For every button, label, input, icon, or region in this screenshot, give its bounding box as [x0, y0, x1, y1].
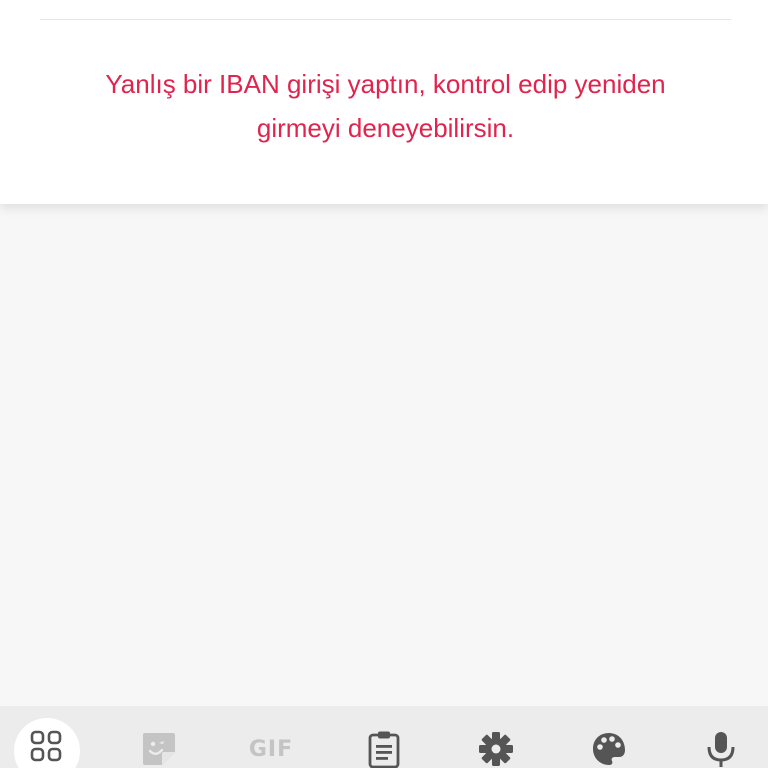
- gif-button[interactable]: GIF: [235, 706, 307, 768]
- voice-input-button[interactable]: [685, 706, 757, 768]
- palette-icon: [593, 733, 625, 765]
- sticker-button[interactable]: [123, 706, 195, 768]
- iban-input-card: Yanlış bir IBAN girişi yaptın, kontrol e…: [0, 0, 768, 204]
- theme-button[interactable]: [573, 706, 645, 768]
- microphone-icon: [707, 732, 735, 767]
- iban-input-underline[interactable]: [40, 19, 731, 20]
- apps-button[interactable]: [10, 706, 82, 768]
- apps-grid-icon: [30, 730, 62, 762]
- clipboard-icon: [368, 731, 400, 768]
- sticker-icon: [143, 733, 175, 765]
- content-area: [0, 204, 768, 706]
- error-line-1: Yanlış bir IBAN girişi yaptın, kontrol e…: [105, 69, 666, 99]
- settings-button[interactable]: [460, 706, 532, 768]
- error-line-2: girmeyi deneyebilirsin.: [256, 113, 515, 143]
- gear-icon: [479, 732, 513, 766]
- clipboard-button[interactable]: [348, 706, 420, 768]
- iban-error-message: Yanlış bir IBAN girişi yaptın, kontrol e…: [40, 62, 731, 150]
- keyboard-toolbar: GIF: [0, 706, 768, 768]
- gif-icon: GIF: [248, 737, 294, 762]
